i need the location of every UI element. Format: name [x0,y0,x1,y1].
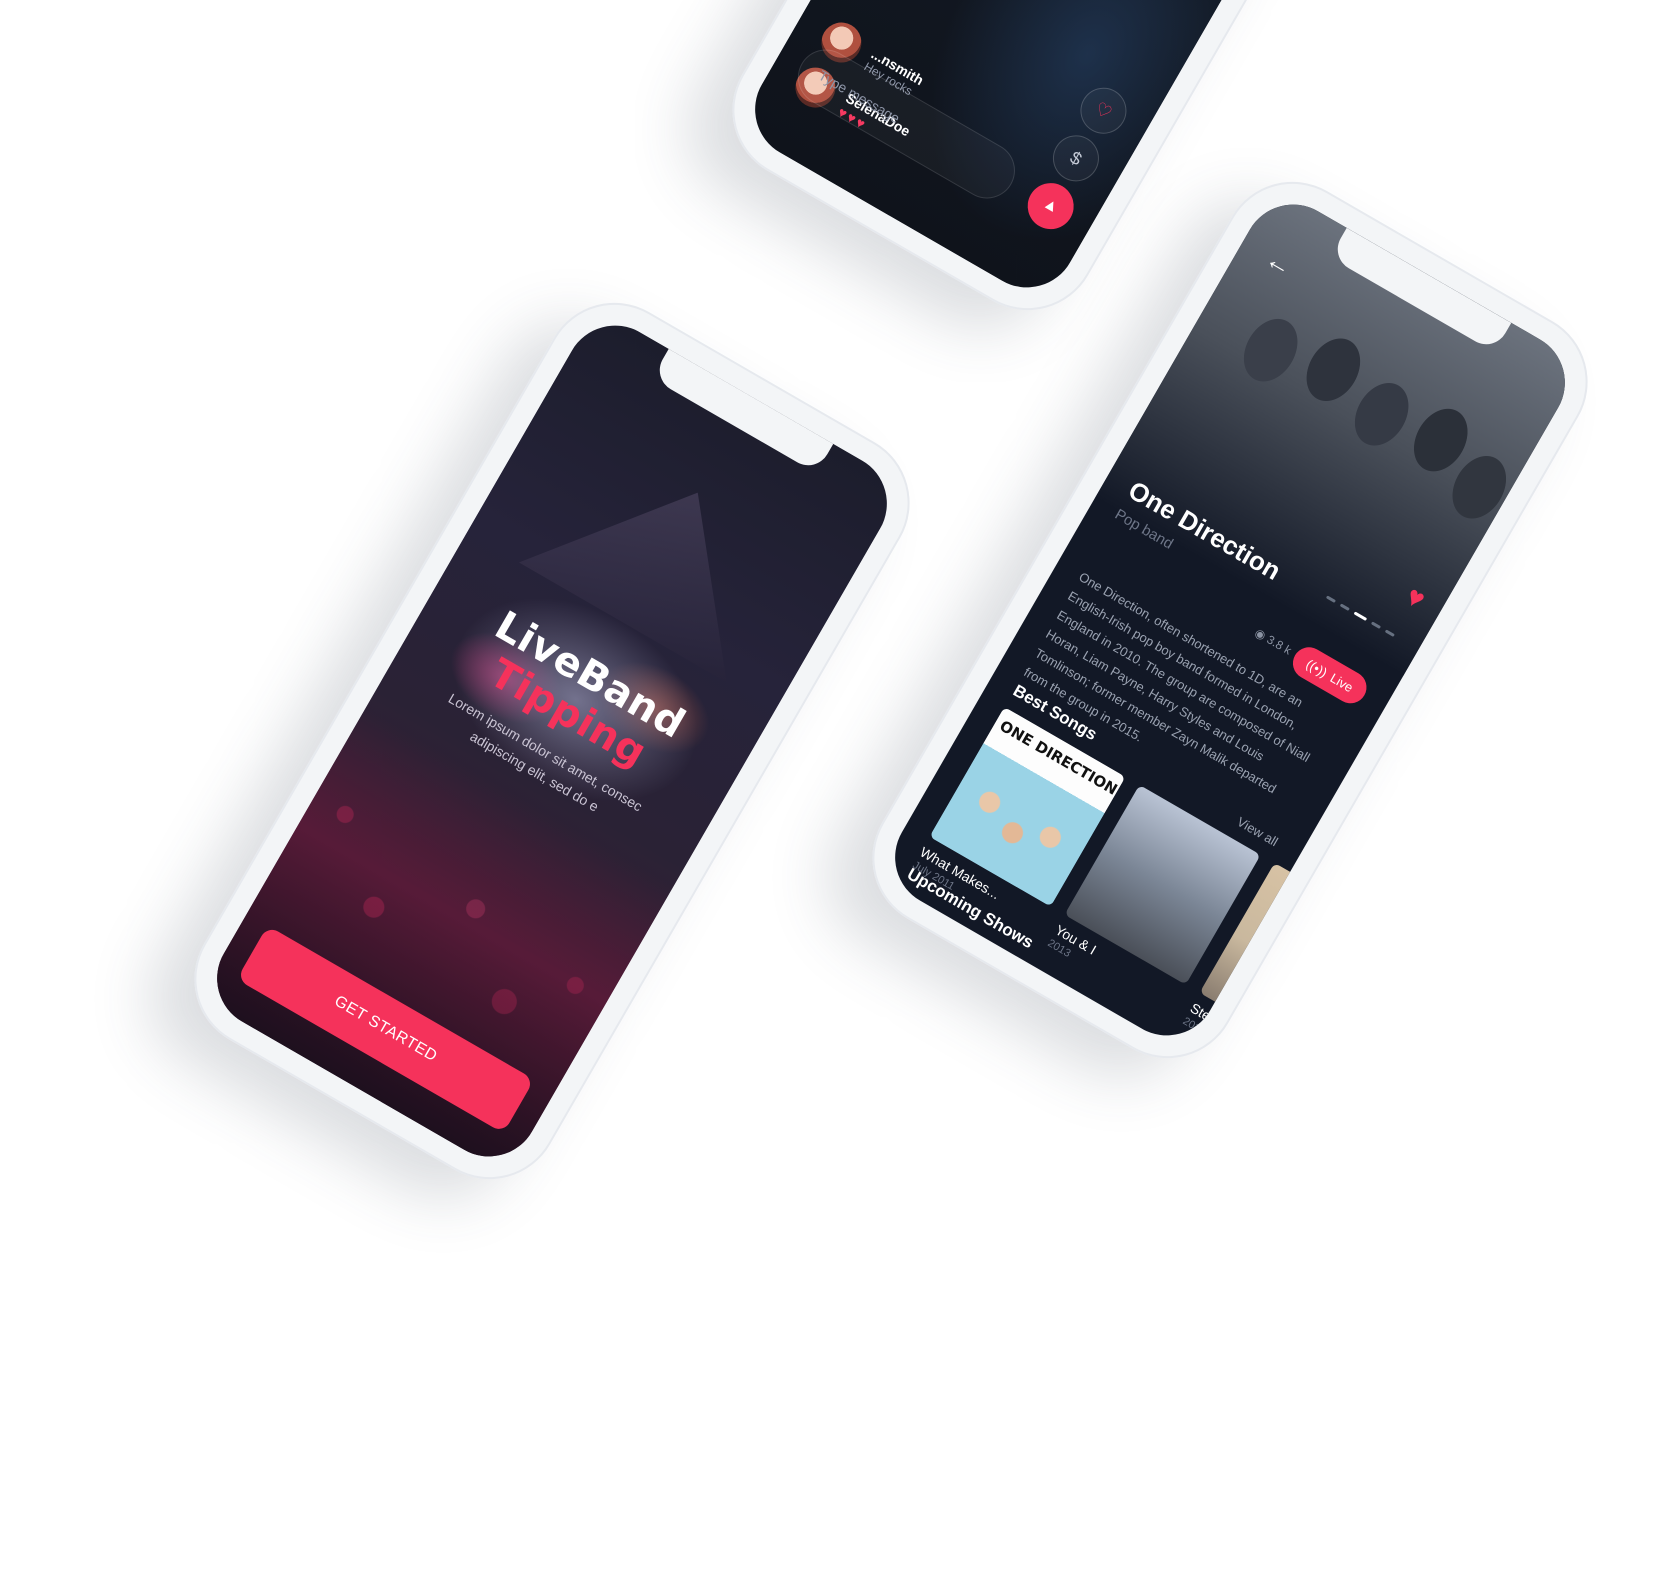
view-count: ◉ 3.8 k [1252,625,1294,657]
heart-icon: ♡ [1091,97,1116,123]
send-icon: ▲ [1039,194,1063,217]
phone-band-detail: ← ♥ One Direction Pop band ◉ 3.8 k ((•))… [846,156,1614,1084]
band-screen: ← ♥ One Direction Pop band ◉ 3.8 k ((•))… [876,186,1584,1054]
phone-splash: LiveBand Tipping Lorem ipsum dolor sit a… [168,277,936,1205]
broadcast-icon: ((•)) [1303,655,1331,680]
tip-button[interactable]: $ [1044,126,1108,190]
show-name: Newyear Fest [922,938,1021,1005]
heart-button[interactable]: ♡ [1072,79,1135,143]
splash-screen: LiveBand Tipping Lorem ipsum dolor sit a… [198,307,906,1175]
song-title: Steal My Girl [1187,999,1265,1054]
view-count-value: 3.8 k [1264,632,1294,658]
live-label: Live [1327,669,1356,695]
notch [651,348,834,474]
send-button[interactable]: ▲ [1019,174,1083,238]
dollar-icon: $ [1066,146,1086,170]
